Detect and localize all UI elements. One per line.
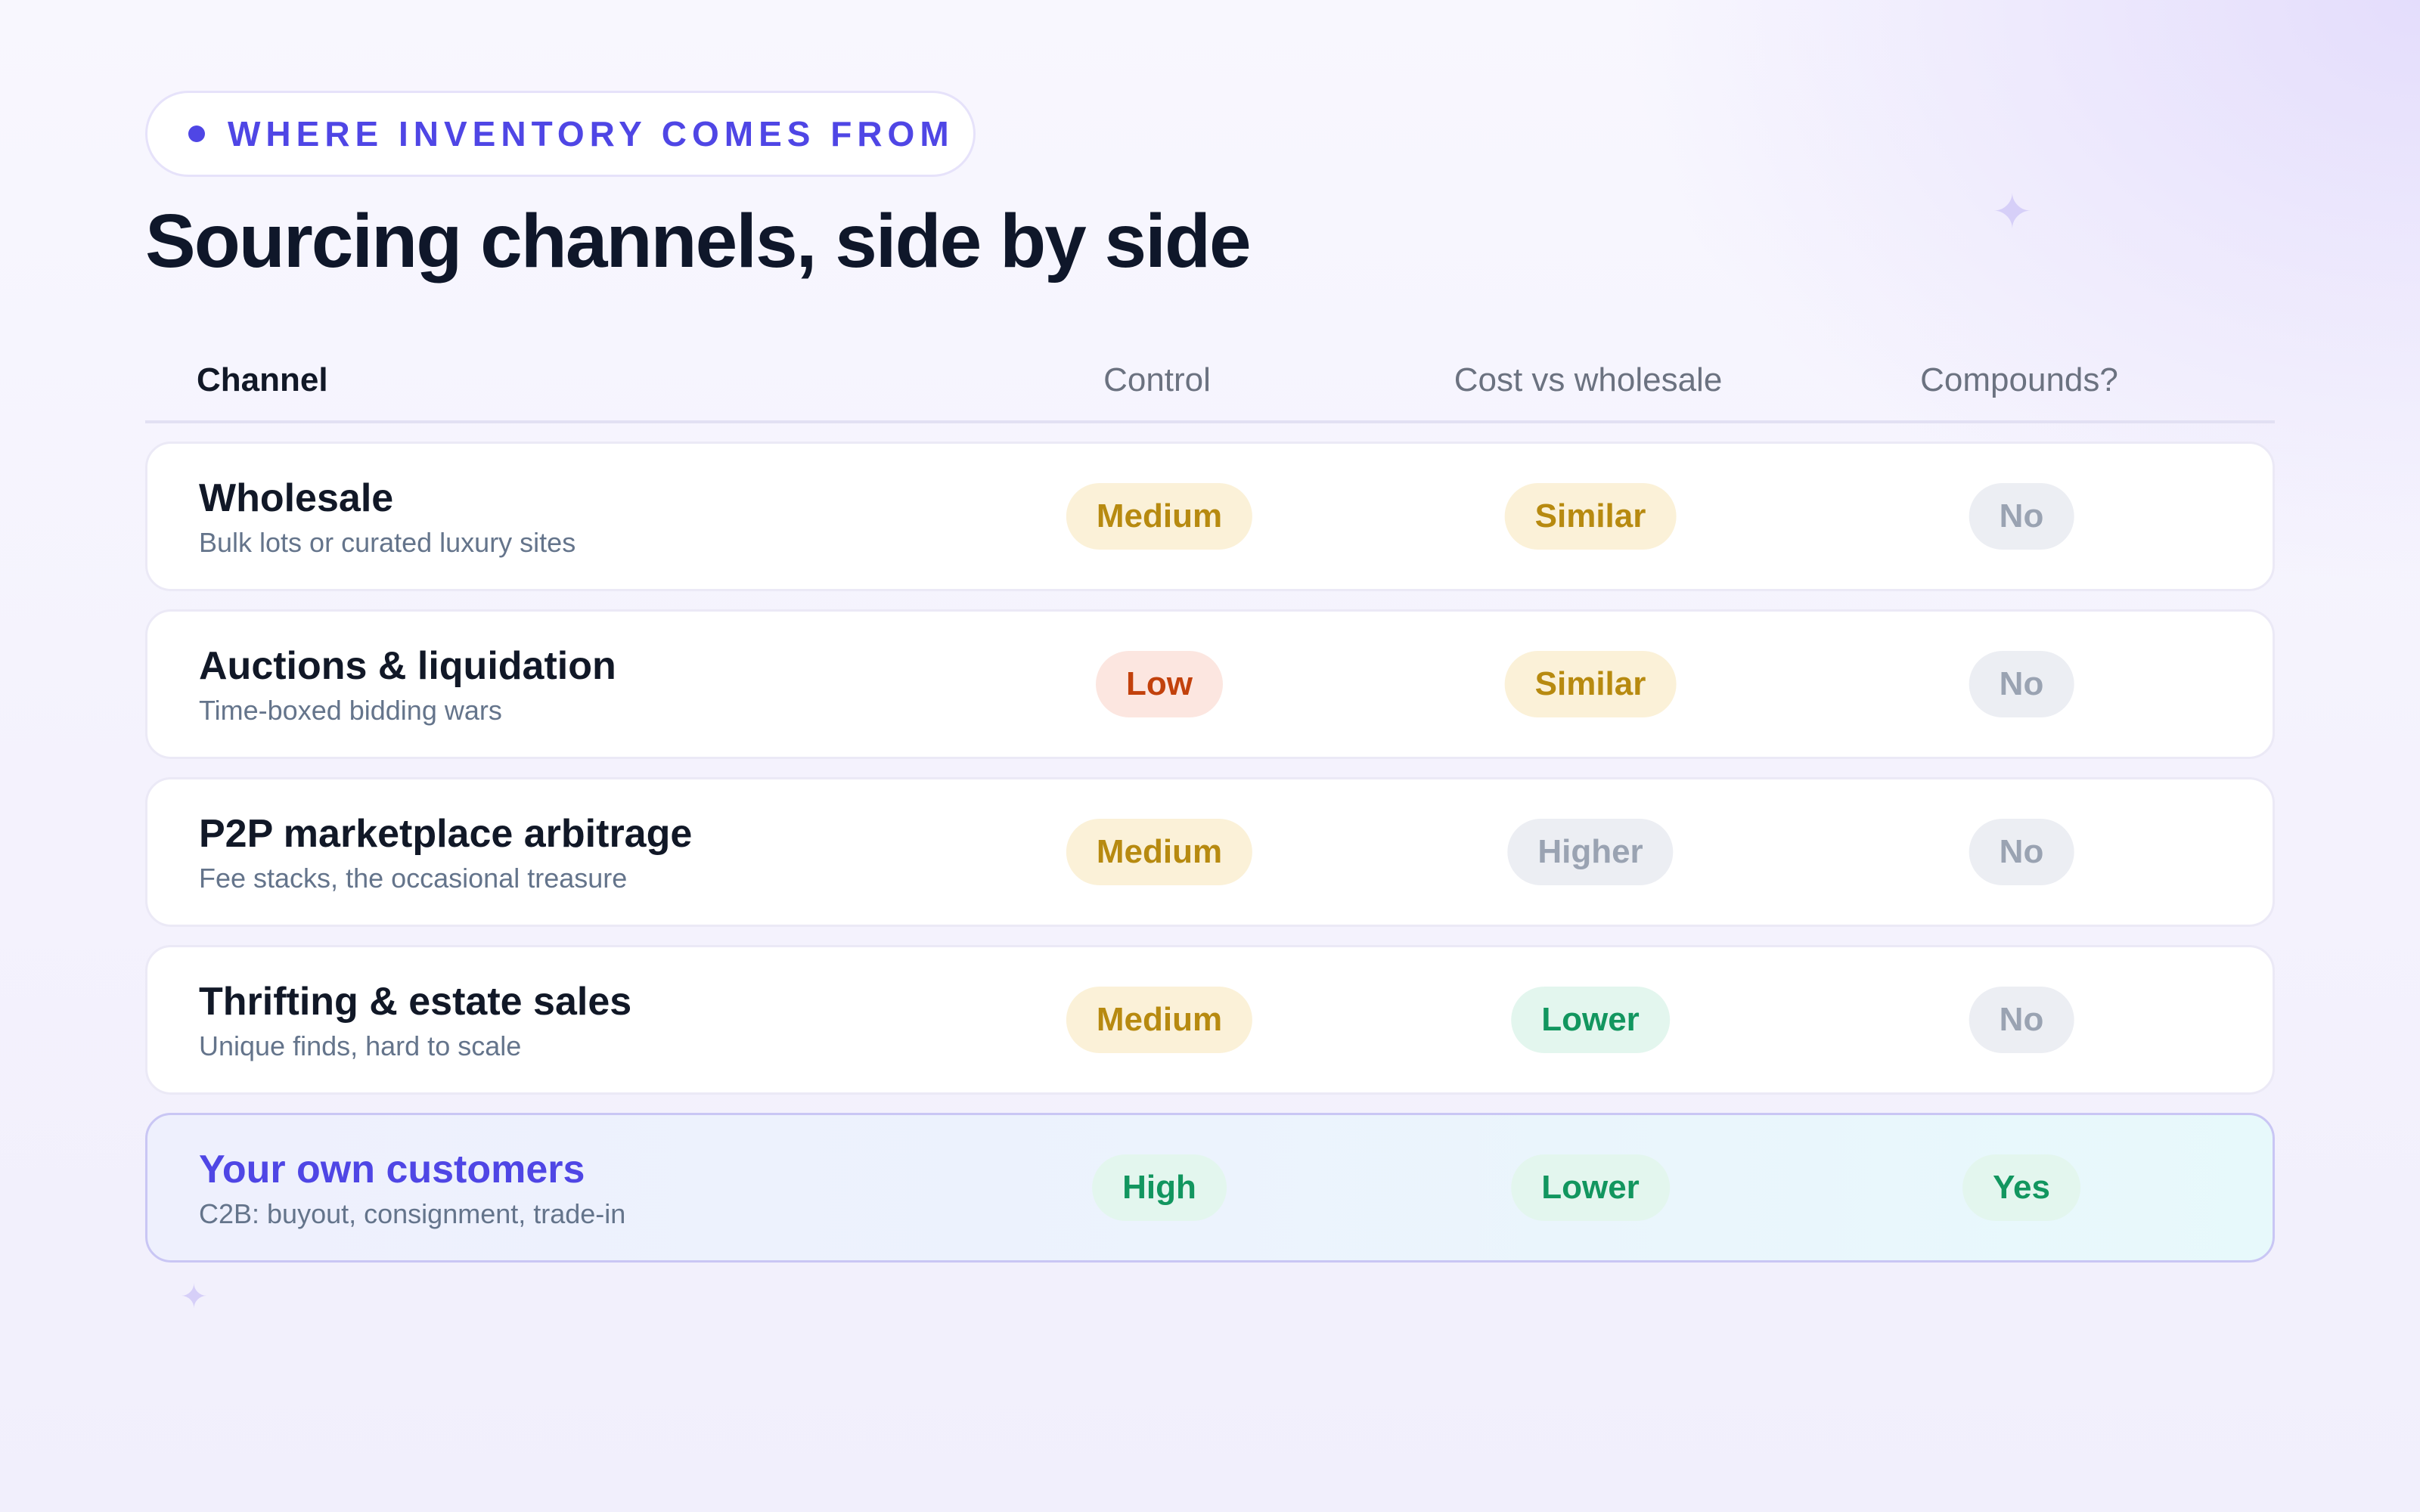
channel-name: Your own customers (199, 1148, 585, 1191)
cost-badge: Lower (1511, 1154, 1670, 1221)
channel-name: P2P marketplace arbitrage (199, 812, 693, 856)
cost-badge: Similar (1504, 483, 1677, 550)
control-badge: Medium (1066, 483, 1253, 550)
table-row: Wholesale Bulk lots or curated luxury si… (145, 442, 2275, 591)
section-eyebrow: WHERE INVENTORY COMES FROM (145, 91, 976, 177)
table-header: Channel Control Cost vs wholesale Compou… (145, 333, 2275, 423)
compounds-badge: No (1969, 987, 2074, 1053)
channel-description: Unique finds, hard to scale (199, 1030, 522, 1061)
eyebrow-label: WHERE INVENTORY COMES FROM (228, 114, 954, 153)
channel-name: Auctions & liquidation (199, 644, 616, 688)
sparkle-icon: ✦ (1992, 184, 2033, 239)
cost-badge: Lower (1511, 987, 1670, 1053)
sparkle-icon: ✦ (180, 1278, 208, 1315)
channel-description: C2B: buyout, consignment, trade-in (199, 1198, 626, 1229)
channel-description: Fee stacks, the occasional treasure (199, 863, 628, 894)
comparison-table: Channel Control Cost vs wholesale Compou… (145, 333, 2275, 1263)
control-badge: Low (1096, 651, 1223, 717)
column-header-compounds: Compounds? (1920, 361, 2118, 398)
dot-icon (188, 125, 205, 142)
page-title: Sourcing channels, side by side (145, 199, 1252, 284)
channel-description: Time-boxed bidding wars (199, 695, 502, 726)
table-row-highlighted: Your own customers C2B: buyout, consignm… (145, 1113, 2275, 1263)
table-row: P2P marketplace arbitrage Fee stacks, th… (145, 777, 2275, 927)
cost-badge: Higher (1507, 819, 1674, 885)
control-badge: Medium (1066, 987, 1253, 1053)
column-header-control: Control (1103, 361, 1211, 398)
cost-badge: Similar (1504, 651, 1677, 717)
compounds-badge: No (1969, 483, 2074, 550)
channel-name: Thrifting & estate sales (199, 980, 632, 1024)
channel-description: Bulk lots or curated luxury sites (199, 527, 576, 558)
compounds-badge: Yes (1962, 1154, 2080, 1221)
channel-name: Wholesale (199, 476, 394, 520)
compounds-badge: No (1969, 651, 2074, 717)
table-row: Auctions & liquidation Time-boxed biddin… (145, 609, 2275, 759)
control-badge: Medium (1066, 819, 1253, 885)
compounds-badge: No (1969, 819, 2074, 885)
column-header-channel: Channel (197, 361, 328, 398)
control-badge: High (1092, 1154, 1227, 1221)
column-header-cost: Cost vs wholesale (1454, 361, 1723, 398)
table-row: Thrifting & estate sales Unique finds, h… (145, 945, 2275, 1095)
